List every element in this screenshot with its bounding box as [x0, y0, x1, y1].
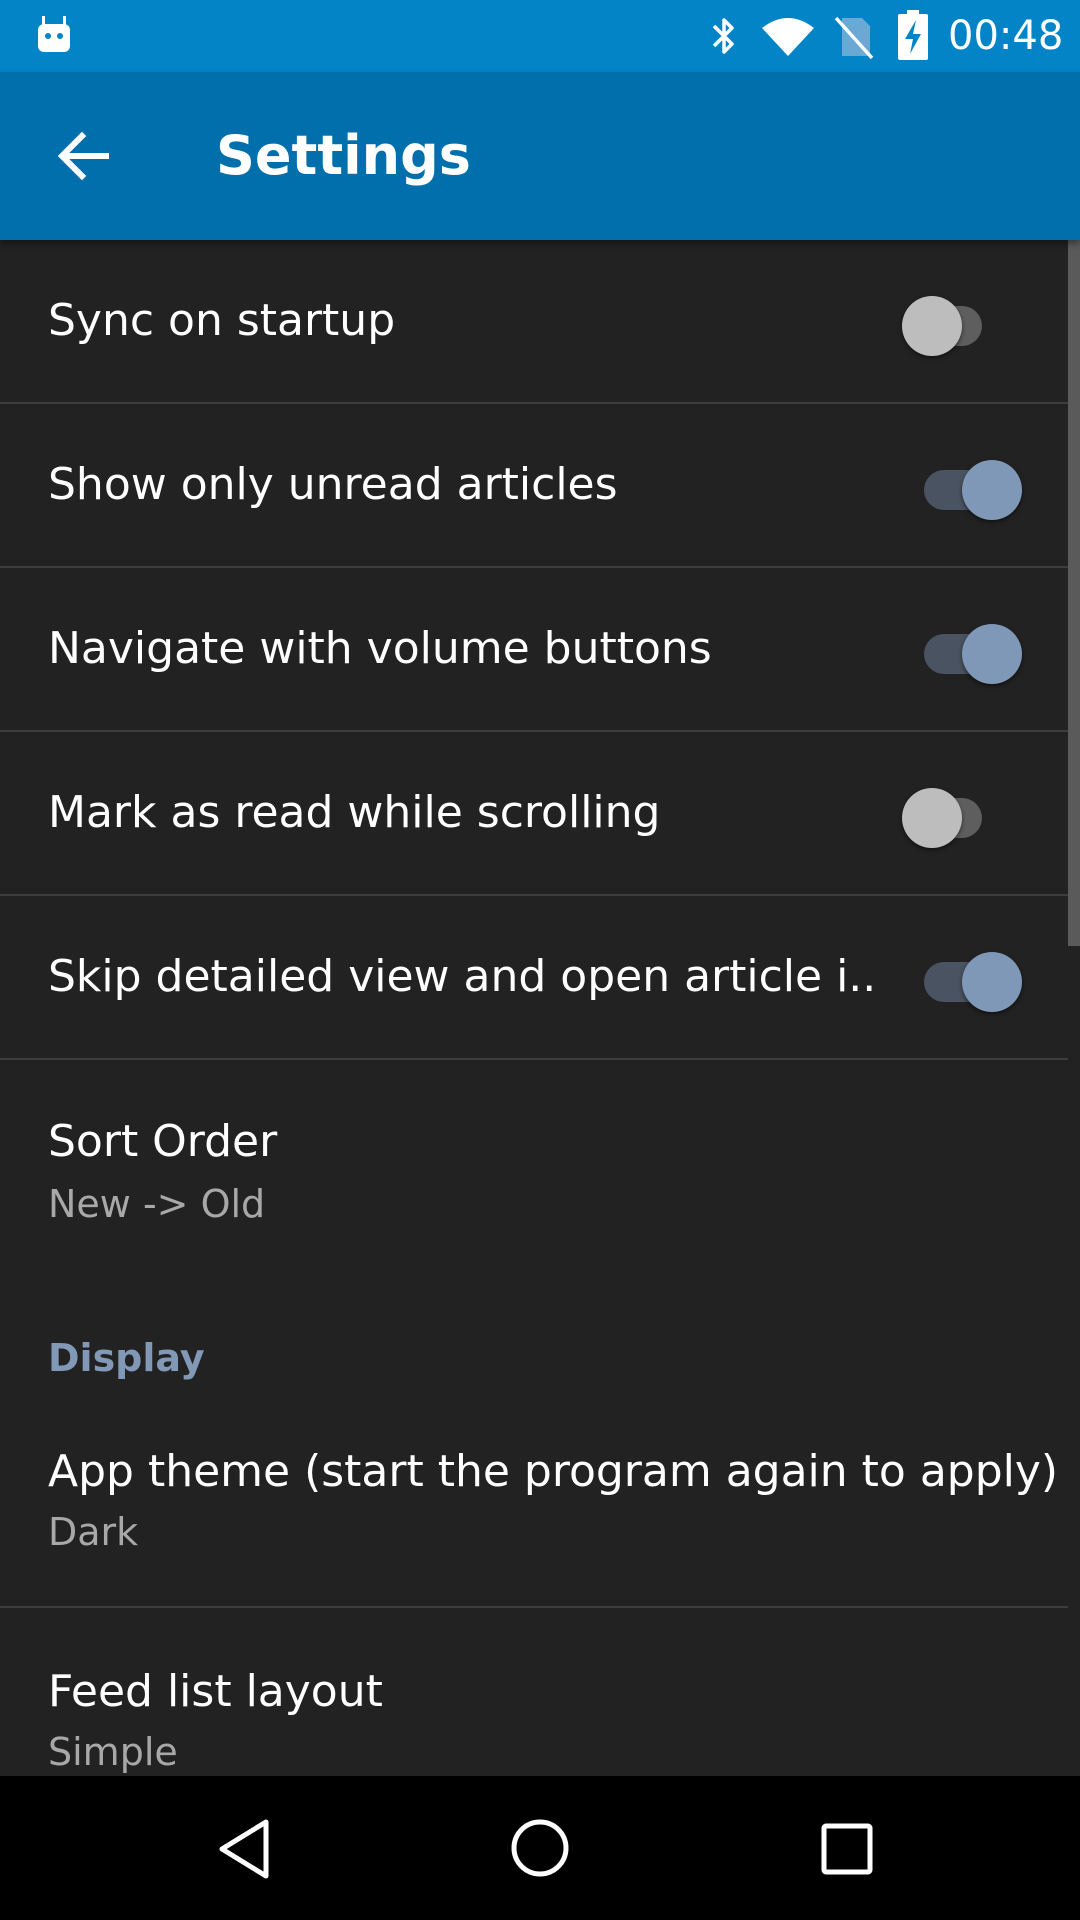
setting-app-theme[interactable]: App theme (start the program again to ap…	[0, 1400, 1068, 1608]
setting-mark-read-scrolling[interactable]: Mark as read while scrolling	[0, 732, 1068, 896]
switch-thumb	[962, 624, 1022, 684]
navigation-bar	[0, 1776, 1080, 1920]
setting-summary: Simple	[48, 1730, 178, 1774]
bluetooth-icon	[712, 18, 734, 54]
setting-label: Mark as read while scrolling	[48, 787, 661, 838]
switch-thumb	[962, 460, 1022, 520]
setting-label: Sync on startup	[48, 295, 396, 346]
setting-label: Skip detailed view and open article i..	[48, 951, 877, 1002]
setting-summary: New -> Old	[48, 1182, 266, 1226]
switch-thumb	[902, 296, 962, 356]
setting-label: Navigate with volume buttons	[48, 623, 712, 674]
switch-thumb	[962, 952, 1022, 1012]
setting-sort-order[interactable]: Sort Order New -> Old	[0, 1060, 1068, 1288]
category-display: Display	[48, 1336, 205, 1380]
battery-charging-icon	[898, 10, 928, 60]
nav-back-icon[interactable]	[210, 1814, 280, 1884]
scrollbar[interactable]	[1068, 240, 1080, 946]
navigate-volume-switch[interactable]	[924, 616, 1034, 684]
page-title: Settings	[216, 124, 471, 187]
toolbar: Settings	[0, 72, 1080, 240]
mark-read-scrolling-switch[interactable]	[902, 780, 1012, 848]
status-clock: 00:48	[948, 13, 1064, 59]
wifi-icon	[762, 18, 814, 56]
status-bar: 00:48	[0, 0, 1080, 72]
setting-feed-list-layout[interactable]: Feed list layout Simple	[0, 1608, 1068, 1776]
no-sim-icon	[834, 16, 874, 60]
setting-summary: Dark	[48, 1510, 139, 1554]
setting-skip-detailed-view[interactable]: Skip detailed view and open article i..	[0, 896, 1068, 1060]
arrow-back-icon[interactable]	[50, 122, 118, 190]
setting-label: App theme (start the program again to ap…	[48, 1446, 1059, 1497]
setting-navigate-volume-buttons[interactable]: Navigate with volume buttons	[0, 568, 1068, 732]
settings-list: Sync on startup Show only unread article…	[0, 240, 1080, 1776]
setting-sync-on-startup[interactable]: Sync on startup	[0, 240, 1068, 404]
skip-detailed-view-switch[interactable]	[924, 944, 1034, 1012]
show-only-unread-switch[interactable]	[924, 452, 1034, 520]
setting-label: Feed list layout	[48, 1666, 383, 1717]
setting-label: Sort Order	[48, 1116, 278, 1167]
nav-recents-icon[interactable]	[812, 1814, 882, 1884]
setting-label: Show only unread articles	[48, 459, 618, 510]
nav-home-icon[interactable]	[502, 1810, 578, 1886]
setting-show-only-unread[interactable]: Show only unread articles	[0, 404, 1068, 568]
sync-on-startup-switch[interactable]	[902, 288, 1012, 356]
switch-thumb	[902, 788, 962, 848]
android-icon	[38, 16, 70, 52]
